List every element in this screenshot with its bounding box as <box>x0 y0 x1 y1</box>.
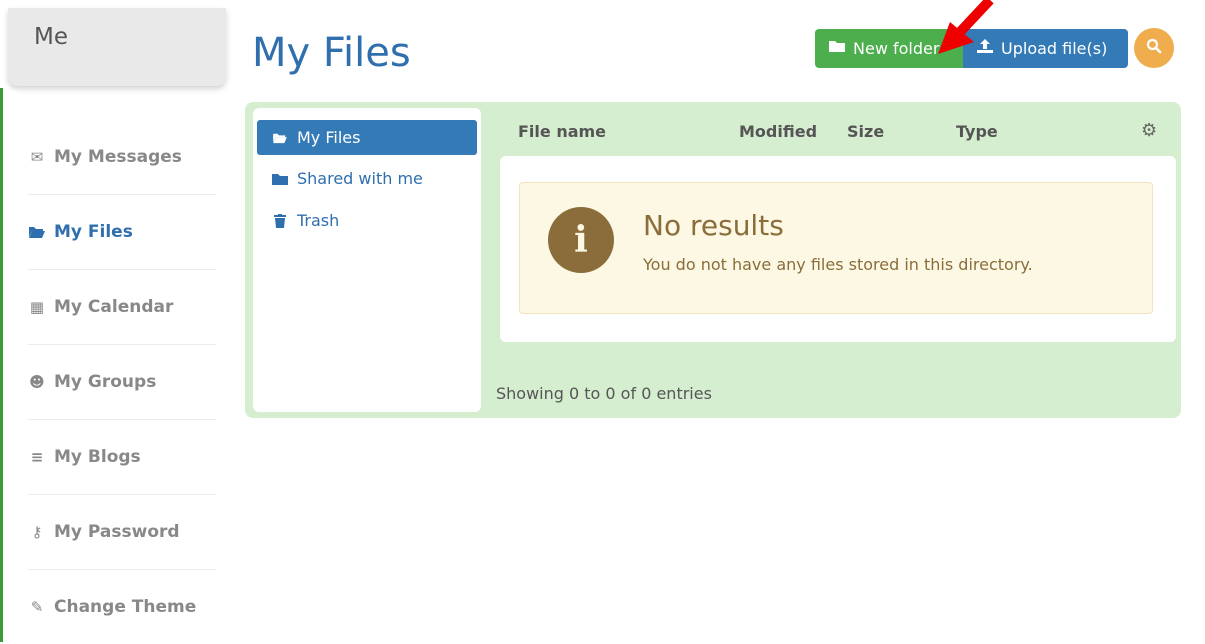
annotation-arrow <box>938 0 994 54</box>
column-header-size[interactable]: Size <box>847 122 884 141</box>
search-icon <box>1146 38 1162 59</box>
alert-message: You do not have any files stored in this… <box>643 255 1033 274</box>
envelope-icon: ✉ <box>30 148 44 166</box>
folder-icon <box>829 40 845 56</box>
sidebar-item-label: My Messages <box>54 147 182 167</box>
gear-icon[interactable]: ⚙ <box>1141 120 1157 141</box>
info-icon: i <box>548 207 614 273</box>
folder-item-my-files[interactable]: My Files <box>257 120 477 155</box>
new-folder-label: New folder <box>853 38 940 58</box>
sidebar-item-label: My Files <box>54 222 133 242</box>
search-button[interactable] <box>1134 28 1174 68</box>
key-icon: ⚷ <box>31 523 43 541</box>
sidebar-item-label: My Groups <box>54 372 157 392</box>
sidebar-nav: ✉ My Messages My Files ▦ My Calendar ☻ M… <box>28 120 216 644</box>
sidebar-item-label: My Password <box>54 522 180 542</box>
column-header-type[interactable]: Type <box>956 122 998 141</box>
sidebar-item-blogs[interactable]: ≡ My Blogs <box>28 420 216 495</box>
sidebar-item-files[interactable]: My Files <box>28 195 216 270</box>
column-header-file-name[interactable]: File name <box>518 122 606 141</box>
sidebar-item-password[interactable]: ⚷ My Password <box>28 495 216 570</box>
folder-item-label: My Files <box>297 128 361 147</box>
sidebar-item-messages[interactable]: ✉ My Messages <box>28 120 216 195</box>
table-info: Showing 0 to 0 of 0 entries <box>496 384 712 403</box>
me-tab[interactable]: Me <box>8 8 226 86</box>
folder-item-shared[interactable]: Shared with me <box>257 161 477 196</box>
trash-icon <box>271 213 289 228</box>
folder-open-icon <box>271 132 289 144</box>
folder-icon <box>271 173 289 185</box>
sidebar-item-label: Change Theme <box>54 597 197 617</box>
empty-results-alert: i No results You do not have any files s… <box>519 182 1153 314</box>
list-icon: ≡ <box>30 448 44 466</box>
sidebar-item-label: My Blogs <box>54 447 141 467</box>
folder-tree: My Files Shared with me Trash <box>253 108 481 412</box>
me-tab-label: Me <box>34 24 68 50</box>
calendar-icon: ▦ <box>29 298 45 316</box>
sidebar-item-groups[interactable]: ☻ My Groups <box>28 345 216 420</box>
sidebar-item-calendar[interactable]: ▦ My Calendar <box>28 270 216 345</box>
folder-open-icon <box>28 225 46 239</box>
files-panel: My Files Shared with me Trash File name … <box>245 102 1181 418</box>
sidebar-item-label: My Calendar <box>54 297 174 317</box>
alert-title: No results <box>643 209 784 242</box>
pencil-icon: ✎ <box>30 598 44 616</box>
sidebar-item-theme[interactable]: ✎ Change Theme <box>28 570 216 644</box>
users-icon: ☻ <box>29 373 45 391</box>
left-edge-bar <box>0 88 3 642</box>
folder-item-label: Trash <box>297 211 340 230</box>
column-header-modified[interactable]: Modified <box>739 122 817 141</box>
folder-item-label: Shared with me <box>297 169 423 188</box>
folder-item-trash[interactable]: Trash <box>257 203 477 238</box>
file-table: i No results You do not have any files s… <box>500 156 1176 342</box>
page-title: My Files <box>252 30 411 76</box>
